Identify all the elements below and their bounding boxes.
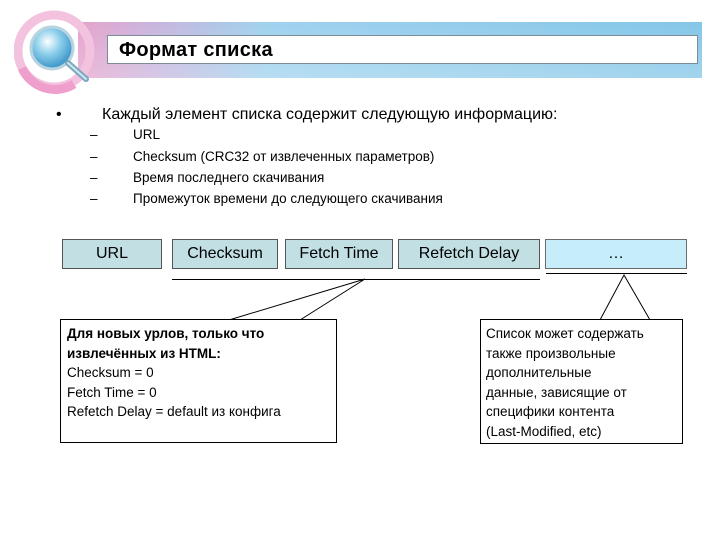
note-line: данные, зависящие от [486, 384, 627, 400]
note-line: также произвольные [486, 345, 616, 361]
magnifier-globe-logo-icon [14, 10, 95, 94]
field-refetch-delay: Refetch Delay [398, 239, 540, 269]
note-heading: Для новых урлов, только что [67, 326, 265, 341]
slide-title: Формат списка [119, 39, 273, 61]
note-line: специфики контента [486, 404, 615, 419]
bullet-marker: • [56, 106, 62, 123]
dash-marker: – [90, 191, 98, 206]
note-extra-data: Список может содержать также произвольны… [480, 319, 683, 444]
sub-bullet-text: URL [133, 127, 161, 142]
bullet-text: Каждый элемент списка содержит следующую… [102, 106, 558, 123]
note-line: Список может содержать [486, 326, 644, 341]
callout-pointer-extra-data [599, 273, 651, 321]
dash-marker: – [90, 170, 98, 185]
note-line: Fetch Time = 0 [67, 384, 157, 400]
dash-marker: – [90, 127, 98, 142]
note-heading: извлечённых из HTML: [67, 345, 221, 361]
field-fetch-time: Fetch Time [285, 239, 393, 269]
bracket-line-standard-fields [172, 279, 540, 280]
callout-pointer-new-urls [228, 278, 366, 321]
note-line: дополнительные [486, 365, 592, 380]
field-checksum: Checksum [172, 239, 278, 269]
note-line: (Last-Modified, etc) [486, 423, 602, 439]
sub-bullet-text: Промежуток времени до следующего скачива… [133, 191, 443, 206]
sub-bullet-text: Время последнего скачивания [133, 170, 325, 185]
dash-marker: – [90, 149, 98, 164]
field-extra-ellipsis: … [545, 239, 687, 269]
note-new-urls: Для новых урлов, только что извлечённых … [60, 319, 337, 443]
sub-bullet-text: Checksum (CRC32 от извлеченных параметро… [133, 149, 435, 164]
field-url: URL [62, 239, 162, 269]
note-line: Checksum = 0 [67, 365, 154, 380]
bracket-line-extra-fields [546, 273, 687, 274]
callout-pointers [228, 273, 651, 321]
title-box: Формат списка [107, 35, 698, 64]
note-line: Refetch Delay = default из конфига [67, 404, 281, 419]
